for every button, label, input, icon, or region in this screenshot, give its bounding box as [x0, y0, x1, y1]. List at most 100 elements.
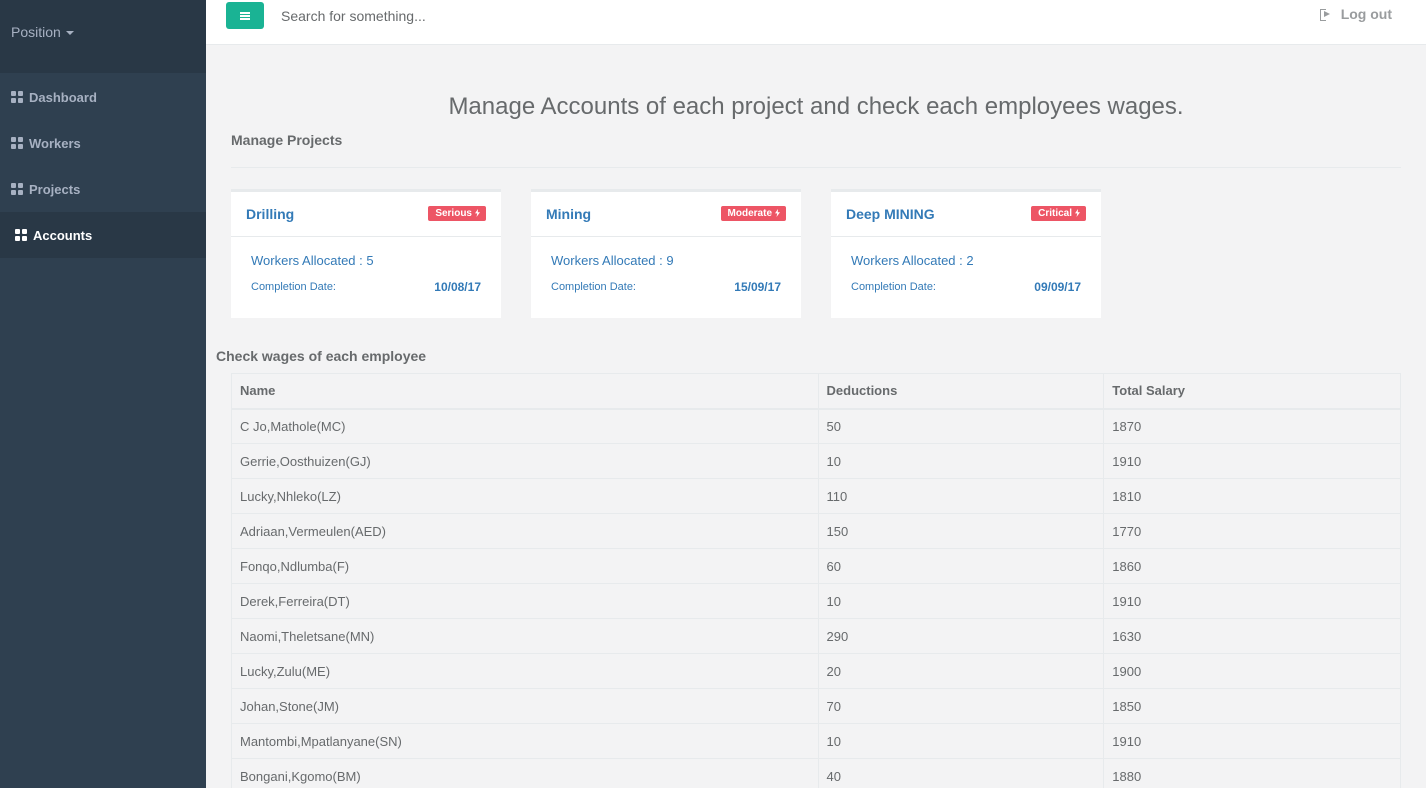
column-header-total-salary: Total Salary [1103, 373, 1401, 410]
wages-table-body: C Jo,Mathole(MC) 50 1870 Gerrie,Oosthuizen(… [231, 408, 1401, 788]
priority-badge-label: Moderate [727, 207, 772, 219]
project-title[interactable]: Drilling [246, 206, 294, 222]
deductions-cell: 10 [817, 583, 1105, 619]
th-large-icon [11, 137, 23, 149]
column-header-name: Name [231, 373, 819, 410]
project-card-header: Deep MINING Critical [831, 192, 1101, 237]
sidebar-item-label: Projects [29, 181, 81, 197]
projects-section-title: Manage Projects [231, 132, 343, 148]
project-card-header: Mining Moderate [531, 192, 801, 237]
project-card-deep-mining: Deep MINING Critical Workers Allocated :… [831, 189, 1101, 318]
total-salary-cell: 1880 [1103, 758, 1401, 788]
project-card-mining: Mining Moderate Workers Allocated : 9 Co… [531, 189, 801, 318]
table-row: Johan,Stone(JM) 70 1850 [231, 688, 1401, 724]
employee-name-cell: Lucky,Nhleko(LZ) [231, 478, 819, 514]
sidebar-nav: Dashboard Workers Projects Accounts [0, 74, 206, 258]
th-large-icon [11, 91, 23, 103]
total-salary-cell: 1910 [1103, 583, 1401, 619]
total-salary-cell: 1860 [1103, 548, 1401, 584]
total-salary-cell: 1910 [1103, 443, 1401, 479]
completion-row: Completion Date: 09/09/17 [851, 280, 1081, 294]
sidebar-item-label: Dashboard [29, 89, 97, 105]
project-card-body: Workers Allocated : 5 Completion Date: 1… [231, 237, 501, 294]
sidebar-item-projects[interactable]: Projects [0, 166, 206, 212]
employee-name-cell: Mantombi,Mpatlanyane(SN) [231, 723, 819, 759]
bolt-icon [475, 209, 480, 217]
sidebar-item-accounts[interactable]: Accounts [0, 212, 206, 258]
sign-out-icon [1319, 9, 1332, 21]
workers-allocated: Workers Allocated : 2 [851, 253, 974, 268]
completion-row: Completion Date: 10/08/17 [251, 280, 481, 294]
wages-section-title: Check wages of each employee [216, 348, 427, 364]
menu-toggle-button[interactable] [226, 2, 264, 29]
project-title[interactable]: Deep MINING [846, 206, 935, 222]
table-row: Fonqo,Ndlumba(F) 60 1860 [231, 548, 1401, 584]
workers-allocated: Workers Allocated : 5 [251, 253, 374, 268]
sidebar-item-workers[interactable]: Workers [0, 120, 206, 166]
employee-name-cell: Derek,Ferreira(DT) [231, 583, 819, 619]
project-card-body: Workers Allocated : 2 Completion Date: 0… [831, 237, 1101, 294]
logout-label: Log out [1340, 6, 1392, 22]
deductions-cell: 40 [817, 758, 1105, 788]
completion-row: Completion Date: 15/09/17 [551, 280, 781, 294]
deductions-cell: 290 [817, 618, 1105, 654]
employee-name-cell: Naomi,Theletsane(MN) [231, 618, 819, 654]
bolt-icon [1075, 209, 1080, 217]
table-row: Bongani,Kgomo(BM) 40 1880 [231, 758, 1401, 788]
top-navbar: Log out [206, 0, 1426, 45]
bars-icon [240, 11, 250, 20]
total-salary-cell: 1770 [1103, 513, 1401, 549]
column-header-deductions: Deductions [817, 373, 1105, 410]
employee-name-cell: Adriaan,Vermeulen(AED) [231, 513, 819, 549]
sidebar: Position Dashboard Workers Projects Acco… [0, 0, 206, 788]
table-row: Naomi,Theletsane(MN) 290 1630 [231, 618, 1401, 654]
project-title[interactable]: Mining [546, 206, 591, 222]
project-card-header: Drilling Serious [231, 192, 501, 237]
sidebar-item-label: Workers [29, 135, 81, 151]
deductions-cell: 10 [817, 723, 1105, 759]
search-input[interactable] [270, 3, 870, 29]
completion-date: 15/09/17 [734, 280, 781, 294]
caret-down-icon [65, 31, 74, 35]
priority-badge-label: Serious [435, 207, 472, 219]
completion-label: Completion Date: [251, 281, 336, 293]
table-row: Derek,Ferreira(DT) 10 1910 [231, 583, 1401, 619]
employee-name-cell: Fonqo,Ndlumba(F) [231, 548, 819, 584]
table-row: Gerrie,Oosthuizen(GJ) 10 1910 [231, 443, 1401, 479]
position-dropdown[interactable]: Position [11, 24, 74, 40]
priority-badge: Serious [428, 205, 486, 221]
employee-name-cell: C Jo,Mathole(MC) [231, 408, 819, 444]
wages-table: Name Deductions Total Salary C Jo,Mathol… [231, 373, 1401, 788]
total-salary-cell: 1630 [1103, 618, 1401, 654]
divider [231, 167, 1401, 168]
completion-label: Completion Date: [851, 281, 936, 293]
table-header-row: Name Deductions Total Salary [231, 373, 1401, 410]
sidebar-item-label: Accounts [33, 227, 93, 243]
employee-name-cell: Gerrie,Oosthuizen(GJ) [231, 443, 819, 479]
table-row: Mantombi,Mpatlanyane(SN) 10 1910 [231, 723, 1401, 759]
page-title: Manage Accounts of each project and chec… [448, 93, 1184, 120]
th-large-icon [15, 229, 27, 241]
wages-table-container: Name Deductions Total Salary C Jo,Mathol… [231, 373, 1401, 788]
total-salary-cell: 1850 [1103, 688, 1401, 724]
sidebar-header: Position [0, 0, 206, 73]
sidebar-item-dashboard[interactable]: Dashboard [0, 74, 206, 120]
deductions-cell: 70 [817, 688, 1105, 724]
total-salary-cell: 1900 [1103, 653, 1401, 689]
project-card-drilling: Drilling Serious Workers Allocated : 5 C… [231, 189, 501, 318]
deductions-cell: 150 [817, 513, 1105, 549]
completion-date: 10/08/17 [434, 280, 481, 294]
deductions-cell: 10 [817, 443, 1105, 479]
priority-badge: Critical [1031, 205, 1086, 221]
table-row: C Jo,Mathole(MC) 50 1870 [231, 408, 1401, 444]
priority-badge-label: Critical [1038, 207, 1072, 219]
table-row: Lucky,Zulu(ME) 20 1900 [231, 653, 1401, 689]
deductions-cell: 110 [817, 478, 1105, 514]
deductions-cell: 60 [817, 548, 1105, 584]
completion-label: Completion Date: [551, 281, 636, 293]
employee-name-cell: Bongani,Kgomo(BM) [231, 758, 819, 788]
employee-name-cell: Lucky,Zulu(ME) [231, 653, 819, 689]
th-large-icon [11, 183, 23, 195]
logout-link[interactable]: Log out [1319, 6, 1392, 22]
total-salary-cell: 1910 [1103, 723, 1401, 759]
